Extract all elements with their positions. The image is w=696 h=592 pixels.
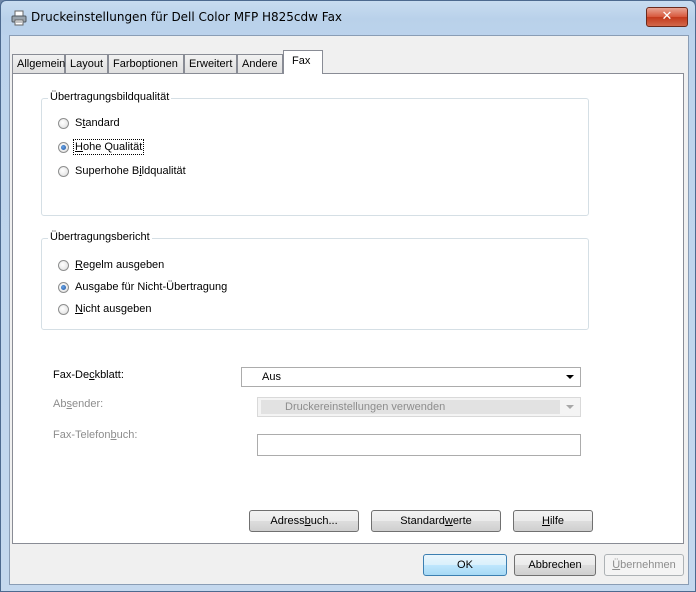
cancel-button[interactable]: Abbrechen — [514, 554, 596, 576]
fax-cover-label: Fax-Deckblatt: — [53, 369, 124, 381]
sender-value: Druckereinstellungen verwenden — [285, 401, 446, 413]
radio-hohe-qualitaet[interactable]: Hohe Qualität — [58, 139, 145, 155]
dialog-body: Allgemein Layout Farboptionen Erweitert … — [9, 35, 689, 585]
radio-label: Standard — [75, 117, 120, 129]
sender-label: Absender: — [53, 398, 104, 410]
fax-tab-panel: Übertragungsbildqualität Standard Hohe Q… — [12, 73, 684, 544]
apply-button[interactable]: Übernehmen — [604, 554, 684, 576]
radio-label: Ausgabe für Nicht-Übertragung — [75, 281, 228, 293]
tab-label: Layout — [70, 58, 104, 70]
ok-label: OK — [457, 559, 473, 571]
tab-erweitert[interactable]: Erweitert — [184, 54, 237, 73]
tab-label: Farboptionen — [113, 58, 178, 70]
close-button[interactable]: ✕ — [646, 7, 688, 27]
radio-label: Superhohe Bildqualität — [75, 165, 186, 177]
radio-label: Nicht ausgeben — [75, 303, 152, 315]
help-button[interactable]: Hilfe — [513, 510, 593, 532]
fax-cover-select[interactable]: Aus — [241, 367, 581, 387]
radio-superhohe[interactable]: Superhohe Bildqualität — [58, 163, 186, 179]
chevron-down-icon — [566, 375, 574, 379]
radio-standard[interactable]: Standard — [58, 115, 120, 131]
radio-circle[interactable] — [58, 117, 69, 129]
tab-label: Fax — [292, 55, 311, 67]
image-quality-legend: Übertragungsbildqualität — [48, 91, 172, 103]
radio-circle[interactable] — [58, 281, 69, 293]
radio-regelm-ausgeben[interactable]: Regelm ausgeben — [58, 257, 164, 273]
fax-cover-value: Aus — [262, 371, 281, 383]
window-title: Druckeinstellungen für Dell Color MFP H8… — [31, 10, 343, 24]
tab-strip: Allgemein Layout Farboptionen Erweitert … — [10, 50, 690, 74]
ok-button[interactable]: OK — [423, 554, 507, 576]
radio-label: Hohe Qualität — [72, 139, 145, 155]
radio-ausgabe-nicht-uebertragung[interactable]: Ausgabe für Nicht-Übertragung — [58, 279, 227, 295]
tab-andere[interactable]: Andere — [237, 54, 283, 73]
close-icon: ✕ — [661, 9, 673, 24]
tab-allgemein[interactable]: Allgemein — [12, 54, 65, 73]
address-book-button[interactable]: Adressbuch... — [249, 510, 359, 532]
restore-defaults-button[interactable]: Standardwerte — [371, 510, 501, 532]
radio-circle[interactable] — [58, 165, 69, 177]
transmission-report-group: Übertragungsbericht Regelm ausgeben Ausg… — [41, 231, 589, 330]
tab-fax[interactable]: Fax — [283, 50, 323, 74]
tab-farboptionen[interactable]: Farboptionen — [108, 54, 184, 73]
title-bar[interactable]: Druckeinstellungen für Dell Color MFP H8… — [1, 1, 695, 35]
phonebook-label: Fax-Telefonbuch: — [53, 429, 138, 441]
cancel-label: Abbrechen — [528, 559, 582, 571]
chevron-down-icon — [566, 405, 574, 409]
sender-select[interactable]: Druckereinstellungen verwenden — [257, 397, 581, 417]
radio-label: Regelm ausgeben — [75, 259, 165, 271]
report-legend: Übertragungsbericht — [48, 231, 152, 243]
image-quality-group: Übertragungsbildqualität Standard Hohe Q… — [41, 91, 589, 216]
tab-label: Erweitert — [189, 58, 233, 70]
tab-label: Andere — [242, 58, 278, 70]
print-settings-dialog: Druckeinstellungen für Dell Color MFP H8… — [0, 0, 696, 592]
radio-circle[interactable] — [58, 259, 69, 271]
radio-circle[interactable] — [58, 303, 69, 315]
tab-layout[interactable]: Layout — [65, 54, 108, 73]
printer-icon — [11, 10, 27, 26]
phonebook-input[interactable] — [257, 434, 581, 456]
tab-label: Allgemein — [17, 58, 66, 70]
radio-circle[interactable] — [58, 141, 69, 153]
radio-nicht-ausgeben[interactable]: Nicht ausgeben — [58, 301, 151, 317]
